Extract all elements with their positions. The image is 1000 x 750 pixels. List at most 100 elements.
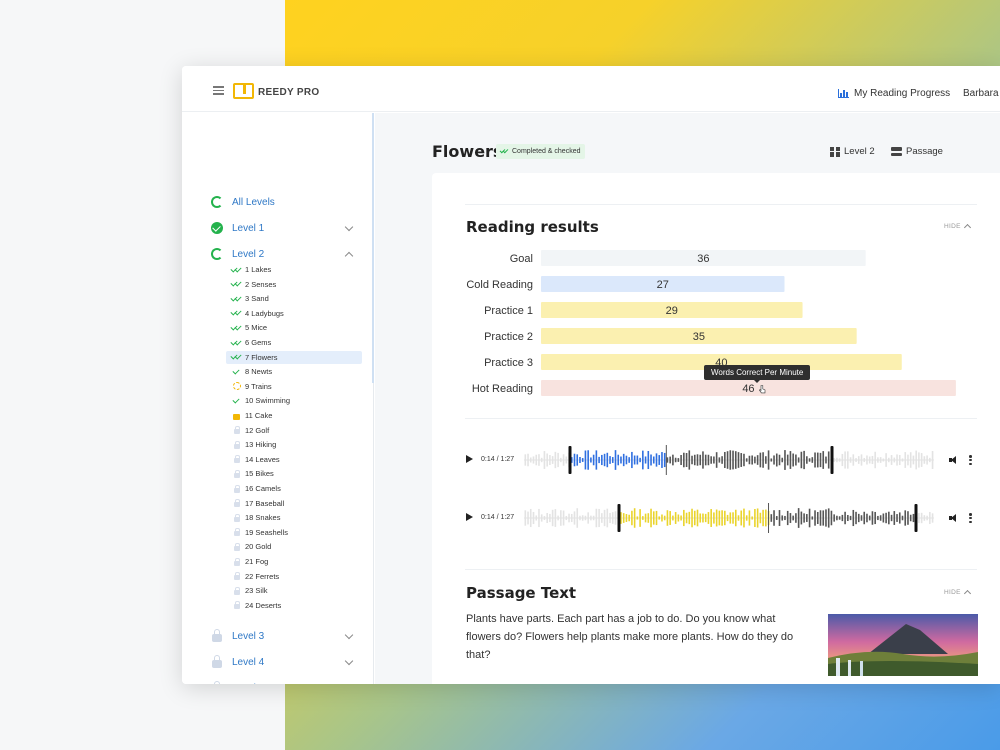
lesson-item[interactable]: 9 Trains bbox=[226, 380, 362, 393]
lesson-item[interactable]: 6 Gems bbox=[226, 336, 362, 349]
waveform-bar bbox=[527, 511, 529, 525]
my-reading-progress-link[interactable]: My Reading Progress bbox=[838, 88, 950, 99]
lesson-item[interactable]: 1 Lakes bbox=[226, 263, 362, 276]
waveform-bar bbox=[759, 452, 762, 468]
waveform-bar bbox=[901, 515, 904, 521]
waveform-bar bbox=[707, 454, 710, 466]
lesson-item[interactable]: 7 Flowers bbox=[226, 350, 362, 364]
waveform-bar bbox=[669, 456, 671, 464]
selection-handle[interactable] bbox=[617, 504, 621, 532]
waveform-bar bbox=[598, 456, 600, 464]
sidebar-level-4[interactable]: Level 4 bbox=[211, 654, 356, 670]
lock-icon bbox=[232, 440, 241, 449]
waveform-bar bbox=[724, 451, 726, 469]
waveform-bar bbox=[743, 508, 745, 528]
waveform-bar bbox=[849, 515, 852, 521]
play-icon[interactable] bbox=[466, 455, 473, 463]
hide-passage-button[interactable]: HIDE bbox=[944, 588, 971, 598]
lesson-item[interactable]: 5 Mice bbox=[226, 321, 362, 334]
waveform-bar bbox=[920, 453, 923, 467]
lesson-item[interactable]: 2 Senses bbox=[226, 278, 362, 291]
waveform-bar bbox=[652, 511, 655, 525]
lesson-item[interactable]: 22 Ferrets bbox=[226, 570, 362, 583]
waveform-bar bbox=[677, 514, 680, 522]
lesson-item[interactable]: 11 Cake bbox=[226, 409, 362, 422]
lesson-item[interactable]: 14 Leaves bbox=[226, 453, 362, 466]
waveform-bar bbox=[540, 457, 543, 463]
waveform-bar bbox=[808, 508, 811, 528]
lesson-item[interactable]: 8 Newts bbox=[226, 365, 362, 378]
audio-waveform[interactable] bbox=[524, 503, 934, 533]
lesson-label: 1 Lakes bbox=[245, 265, 272, 274]
volume-icon[interactable] bbox=[949, 455, 959, 465]
waveform-bar bbox=[655, 510, 658, 526]
lesson-item[interactable]: 15 Bikes bbox=[226, 467, 362, 480]
waveform-bar bbox=[770, 514, 773, 522]
more-options-icon[interactable] bbox=[969, 513, 972, 523]
lesson-label: 23 Silk bbox=[245, 586, 268, 596]
waveform-bar bbox=[524, 510, 527, 526]
waveform-bar bbox=[590, 457, 592, 463]
selection-handle[interactable] bbox=[830, 446, 834, 474]
waveform-bar bbox=[652, 456, 655, 464]
lesson-item[interactable]: 10 Swimming bbox=[226, 394, 362, 407]
sidebar-level-1[interactable]: Level 1 bbox=[211, 220, 356, 236]
user-name[interactable]: Barbara G bbox=[963, 88, 1000, 99]
waveform-bar bbox=[734, 451, 737, 469]
sidebar-level-3[interactable]: Level 3 bbox=[211, 628, 356, 644]
waveform-bar bbox=[715, 452, 718, 468]
hide-label: HIDE bbox=[944, 588, 961, 596]
waveform-bar bbox=[795, 454, 797, 466]
waveform-bar bbox=[724, 510, 726, 526]
waveform-bar bbox=[833, 514, 835, 522]
level-indicator-label: Level 2 bbox=[844, 146, 875, 157]
audio-waveform[interactable] bbox=[524, 445, 934, 475]
lesson-item[interactable]: 21 Fog bbox=[226, 555, 362, 568]
lesson-item[interactable]: 23 Silk bbox=[226, 584, 362, 597]
waveform-bar bbox=[915, 450, 917, 470]
passage-indicator[interactable]: Passage bbox=[891, 146, 943, 157]
waveform-bar bbox=[584, 515, 587, 521]
waveform-bar bbox=[901, 458, 904, 462]
waveform-bar bbox=[931, 513, 934, 523]
waveform-bar bbox=[860, 454, 863, 466]
volume-icon[interactable] bbox=[949, 513, 959, 523]
waveform-bar bbox=[642, 450, 644, 470]
waveform-bar bbox=[762, 452, 764, 468]
waveform-bar bbox=[636, 516, 639, 520]
lesson-label: 3 Sand bbox=[245, 294, 269, 304]
waveform-bar bbox=[729, 512, 732, 524]
waveform-bar bbox=[666, 457, 669, 463]
selection-handle[interactable] bbox=[914, 504, 918, 532]
waveform-bar bbox=[827, 451, 830, 469]
top-bar: REEDY PRO My Reading Progress Barbara G bbox=[182, 66, 1000, 112]
level-indicator[interactable]: Level 2 bbox=[830, 146, 875, 157]
lesson-label: 11 Cake bbox=[245, 411, 273, 420]
lesson-item[interactable]: 24 Deserts bbox=[226, 599, 362, 612]
lesson-item[interactable]: 17 Baseball bbox=[226, 497, 362, 510]
lesson-item[interactable]: 20 Gold bbox=[226, 540, 362, 553]
bar-category-label: Goal bbox=[510, 253, 533, 265]
menu-icon[interactable] bbox=[213, 86, 224, 95]
lesson-item[interactable]: 12 Golf bbox=[226, 424, 362, 437]
page-title: Flowers bbox=[432, 142, 503, 161]
waveform-bar bbox=[890, 455, 893, 465]
waveform-bar bbox=[756, 508, 759, 528]
sidebar-item-all-levels[interactable]: All Levels bbox=[211, 194, 356, 210]
lesson-item[interactable]: 4 Ladybugs bbox=[226, 307, 362, 320]
sidebar-scrollbar[interactable] bbox=[372, 113, 374, 383]
lesson-item[interactable]: 19 Seashells bbox=[226, 526, 362, 539]
more-options-icon[interactable] bbox=[969, 455, 972, 465]
lesson-item[interactable]: 16 Camels bbox=[226, 482, 362, 495]
lesson-item[interactable]: 3 Sand bbox=[226, 292, 362, 305]
waveform-bar bbox=[852, 509, 855, 527]
lesson-item[interactable]: 18 Snakes bbox=[226, 511, 362, 524]
play-icon[interactable] bbox=[466, 513, 473, 521]
waveform-bar bbox=[773, 455, 775, 465]
sidebar-level-5[interactable]: Level 5 bbox=[211, 680, 356, 684]
lesson-item[interactable]: 13 Hiking bbox=[226, 438, 362, 451]
waveform-bar bbox=[857, 513, 860, 523]
sidebar-level-2[interactable]: Level 2 bbox=[211, 246, 356, 262]
selection-handle[interactable] bbox=[568, 446, 572, 474]
waveform-bar bbox=[827, 508, 830, 528]
